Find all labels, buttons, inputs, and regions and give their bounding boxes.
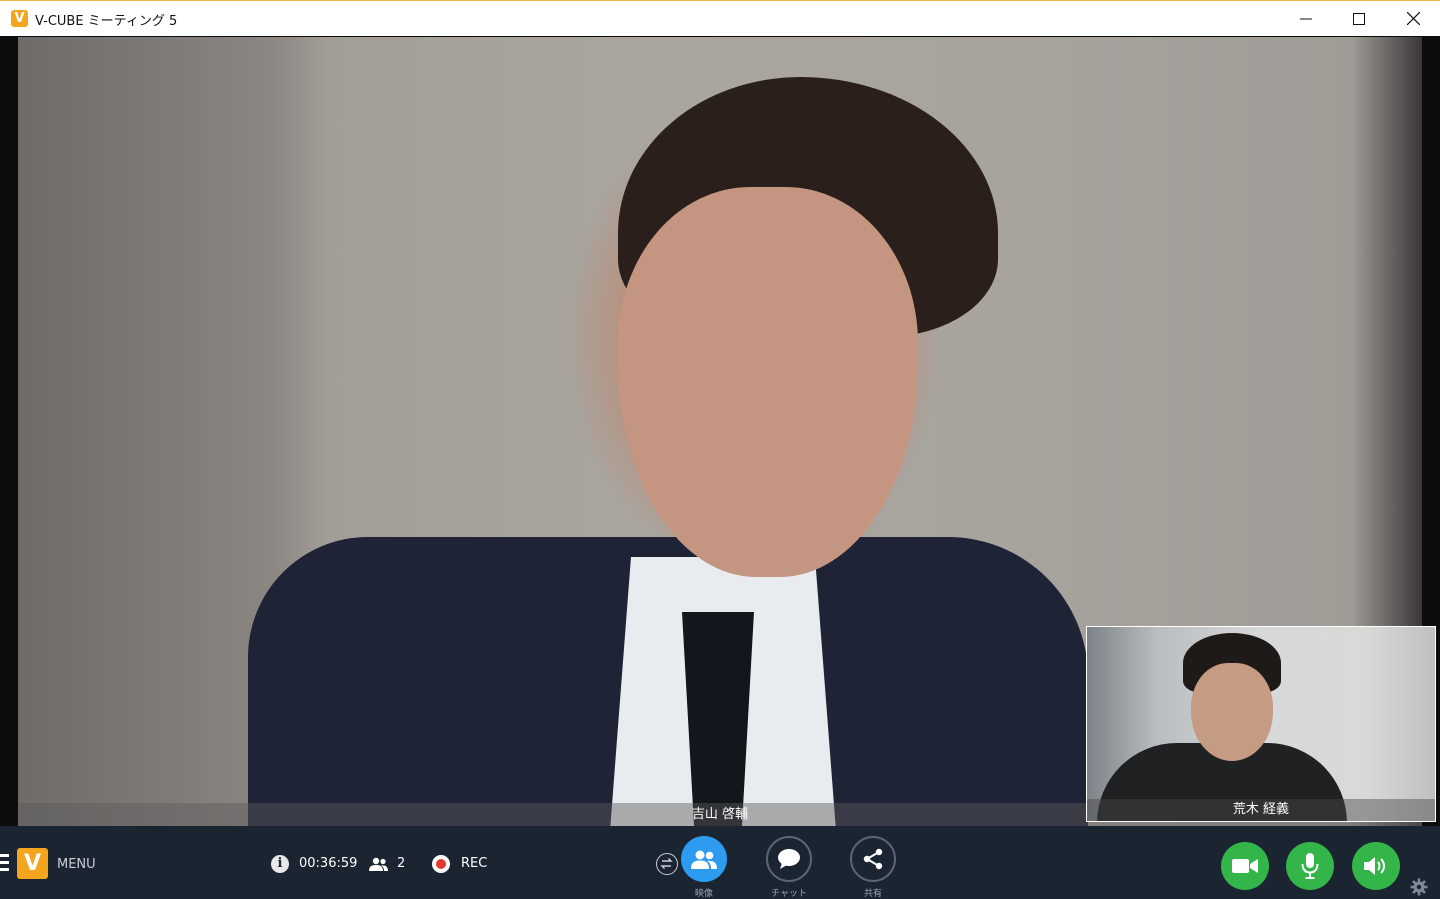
maximize-icon (1353, 12, 1365, 25)
microphone-toggle-button[interactable] (1286, 842, 1334, 890)
self-view-video[interactable]: 荒木 経義 (1086, 626, 1436, 822)
elapsed-time: 00:36:59 (299, 856, 358, 871)
video-layout-button[interactable] (681, 836, 727, 882)
people-icon (691, 850, 717, 869)
share-icon (863, 848, 883, 870)
chat-button[interactable] (766, 836, 812, 882)
gear-icon[interactable] (1410, 878, 1428, 896)
close-button[interactable] (1386, 1, 1440, 36)
v-logo-button[interactable]: V (17, 848, 48, 879)
camera-icon (1232, 859, 1258, 873)
minimize-icon (1300, 18, 1312, 19)
self-participant-name: 荒木 経義 (1087, 799, 1435, 821)
speaker-toggle-button[interactable] (1352, 842, 1400, 890)
rec-label[interactable]: REC (461, 856, 487, 871)
record-icon[interactable] (432, 855, 450, 873)
microphone-icon (1301, 853, 1319, 879)
info-icon[interactable]: i (271, 855, 289, 873)
hamburger-menu-icon[interactable] (0, 854, 10, 872)
close-icon (1406, 12, 1420, 25)
bottom-toolbar: V MENU i 00:36:59 2 REC 映像 チャット 共有 (0, 826, 1440, 899)
speaker-icon (1364, 857, 1385, 875)
participants-icon[interactable] (368, 857, 390, 871)
video-stage: 吉山 啓輔 荒木 経義 (0, 36, 1440, 827)
speaker-face (618, 187, 918, 577)
swap-view-icon[interactable] (656, 853, 678, 875)
minimize-button[interactable] (1279, 1, 1333, 36)
title-bar: V V-CUBE ミーティング 5 (0, 0, 1440, 36)
window-title: V-CUBE ミーティング 5 (35, 14, 178, 29)
chat-label: チャット (771, 889, 807, 899)
camera-toggle-button[interactable] (1221, 842, 1269, 890)
chat-bubble-icon (778, 849, 800, 869)
share-label: 共有 (863, 889, 882, 899)
participant-count: 2 (397, 856, 406, 871)
self-view-face (1191, 663, 1273, 761)
app-logo-icon: V (11, 10, 28, 27)
share-button[interactable] (850, 836, 896, 882)
maximize-button[interactable] (1332, 1, 1386, 36)
menu-label[interactable]: MENU (57, 857, 96, 872)
video-layout-label: 映像 (694, 889, 713, 899)
